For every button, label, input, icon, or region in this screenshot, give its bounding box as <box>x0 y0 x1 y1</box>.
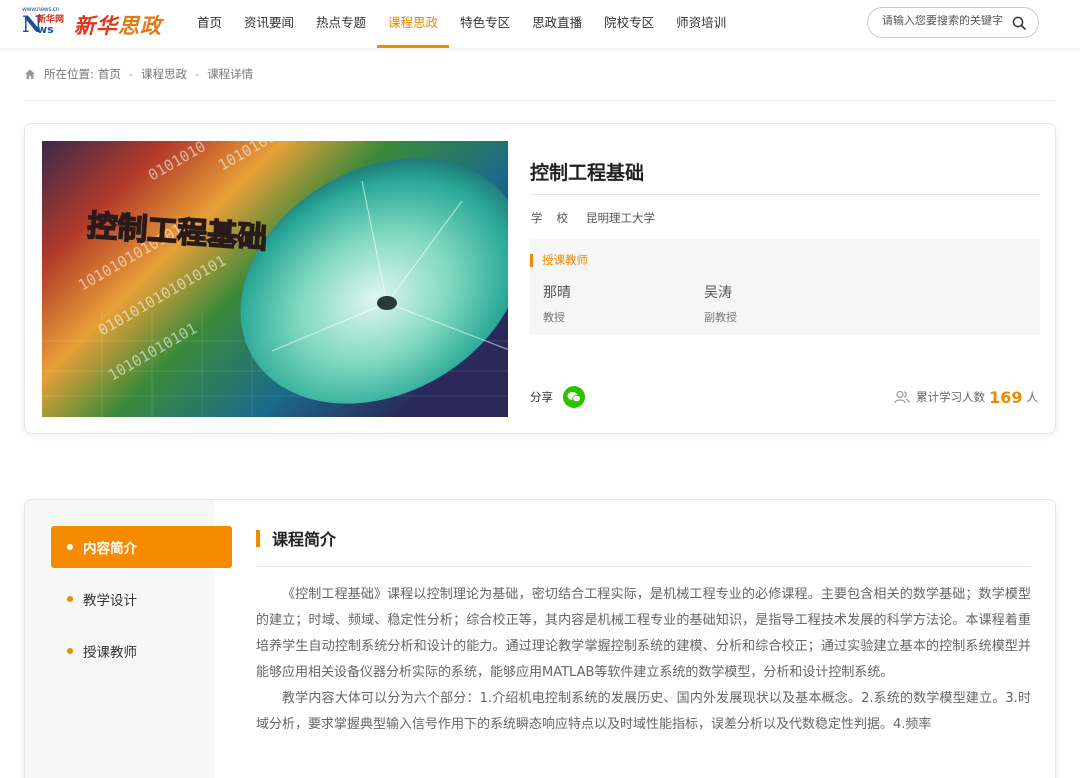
teacher-panel-title: 授课教师 <box>542 253 588 267</box>
section-body: 《控制工程基础》课程以控制理论为基础，密切结合工程实际，是机械工程专业的必修课程… <box>256 582 1031 738</box>
learners-label: 累计学习人数 <box>916 390 986 404</box>
course-cover-image: 10101010101010 0101010101010101 10101010… <box>42 141 508 417</box>
nav-item-courses[interactable]: 课程思政 <box>377 0 450 48</box>
breadcrumb-prefix: 所在位置: <box>44 67 94 81</box>
nav-item-live[interactable]: 思政直播 <box>521 0 593 48</box>
search-icon[interactable] <box>1012 16 1026 30</box>
news-logo: www.news.cn N 新华网 ws <box>22 6 68 40</box>
course-title: 控制工程基础 <box>530 162 645 184</box>
tab-dot <box>67 596 73 602</box>
tab-label: 教学设计 <box>83 593 137 609</box>
tab-teachers[interactable]: 授课教师 <box>51 630 232 672</box>
section-title: 课程简介 <box>272 530 337 549</box>
breadcrumb-home[interactable]: 首页 <box>98 66 121 82</box>
logo-title-a: 新华 <box>74 14 118 38</box>
nav-item-schools[interactable]: 院校专区 <box>593 0 665 48</box>
share-row: 分享 <box>530 386 585 408</box>
teacher-name: 那晴 <box>543 285 571 301</box>
tab-label: 内容简介 <box>83 541 137 557</box>
logo-ews: ws <box>37 23 54 36</box>
nav-item-special[interactable]: 特色专区 <box>449 0 521 48</box>
logo-title: 新华思政 <box>74 10 162 40</box>
logo-title-b: 思政 <box>118 14 162 38</box>
site-logo[interactable]: www.news.cn N 新华网 ws 新华思政 <box>22 6 172 40</box>
main-nav: 首页 资讯要闻 热点专题 课程思政 特色专区 思政直播 院校专区 师资培训 <box>186 0 737 48</box>
share-label: 分享 <box>530 390 553 404</box>
heading-bar <box>256 529 260 547</box>
content-sidebar: 内容简介 教学设计 授课教师 <box>25 500 232 778</box>
tab-dot <box>67 544 73 550</box>
heading-bar <box>530 253 533 267</box>
title-divider <box>530 194 1040 195</box>
intro-paragraph: 《控制工程基础》课程以控制理论为基础，密切结合工程实际，是机械工程专业的必修课程… <box>256 587 1031 680</box>
wechat-icon[interactable] <box>563 386 585 408</box>
teacher-card[interactable]: 那晴 教授 <box>543 282 571 325</box>
intro-paragraph: 教学内容大体可以分为六个部分：1.介绍机电控制系统的发展历史、国内外发展现状以及… <box>256 691 1031 732</box>
school-row: 学校 昆明理工大学 <box>531 210 655 226</box>
school-name: 昆明理工大学 <box>586 211 655 225</box>
section-heading: 课程简介 <box>256 526 336 550</box>
section-divider <box>256 566 1031 567</box>
course-card: 10101010101010 0101010101010101 10101010… <box>24 123 1056 434</box>
breadcrumb: 所在位置: 首页 - 课程思政 - 课程详情 <box>24 64 253 84</box>
tab-dot <box>67 648 73 654</box>
search-box <box>867 7 1039 38</box>
content-card: 内容简介 教学设计 授课教师 课程简介 《控制工程基础》课程以控制理论为基础，密… <box>24 499 1056 778</box>
nav-item-topics[interactable]: 热点专题 <box>305 0 377 48</box>
nav-item-news[interactable]: 资讯要闻 <box>233 0 305 48</box>
breadcrumb-separator: - <box>195 67 200 81</box>
learners-unit: 人 <box>1026 390 1039 404</box>
teacher-panel-heading: 授课教师 <box>530 253 588 267</box>
learners-count: 累计学习人数 169 人 <box>894 386 1038 408</box>
tab-label: 授课教师 <box>83 645 137 661</box>
breadcrumb-divider <box>24 100 1055 101</box>
teacher-rank: 教授 <box>543 311 565 324</box>
teacher-card[interactable]: 吴涛 副教授 <box>704 282 737 325</box>
teacher-panel: 授课教师 那晴 教授 吴涛 副教授 <box>530 239 1040 335</box>
teacher-name: 吴涛 <box>704 285 732 301</box>
learners-number: 169 <box>989 387 1023 407</box>
top-header: www.news.cn N 新华网 ws 新华思政 首页 资讯要闻 热点专题 课… <box>0 0 1080 48</box>
teacher-rank: 副教授 <box>704 311 737 324</box>
tab-intro[interactable]: 内容简介 <box>51 526 232 568</box>
breadcrumb-courses[interactable]: 课程思政 <box>141 66 187 82</box>
search-input[interactable] <box>882 15 1010 27</box>
home-icon <box>25 69 35 79</box>
users-icon <box>894 390 910 404</box>
nav-item-home[interactable]: 首页 <box>186 0 233 48</box>
breadcrumb-current: 课程详情 <box>207 67 254 81</box>
school-label: 学校 <box>531 211 582 225</box>
nav-item-training[interactable]: 师资培训 <box>665 0 737 48</box>
breadcrumb-separator: - <box>128 67 134 81</box>
tab-design[interactable]: 教学设计 <box>51 578 232 620</box>
